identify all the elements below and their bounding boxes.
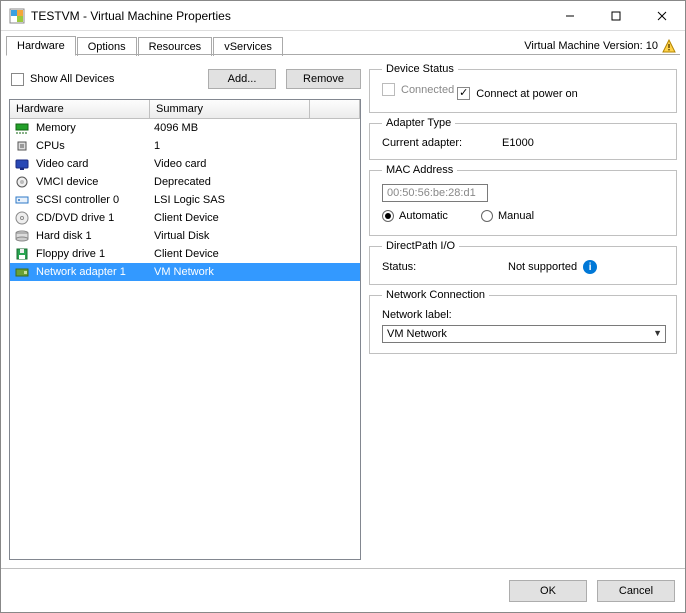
adapter-type-legend: Adapter Type — [382, 117, 455, 129]
tab-row: Hardware Options Resources vServices Vir… — [1, 31, 685, 55]
hardware-name: VMCI device — [36, 176, 152, 188]
hardware-name: CD/DVD drive 1 — [36, 212, 152, 224]
checkbox-icon — [457, 87, 470, 100]
show-all-devices-checkbox[interactable]: Show All Devices — [11, 73, 114, 86]
tab-vservices[interactable]: vServices — [213, 37, 283, 56]
video-icon — [14, 156, 30, 172]
hardware-row[interactable]: CPUs1 — [10, 137, 360, 155]
cancel-button[interactable]: Cancel — [597, 580, 675, 602]
hardware-list[interactable]: Hardware Summary Memory4096 MBCPUs1Video… — [9, 99, 361, 560]
network-label-value: VM Network — [382, 325, 666, 343]
vmci-icon — [14, 174, 30, 190]
maximize-button[interactable] — [593, 1, 639, 30]
tab-hardware[interactable]: Hardware — [6, 36, 76, 56]
hardware-list-header: Hardware Summary — [10, 100, 360, 119]
hardware-summary: Client Device — [152, 248, 360, 260]
add-button[interactable]: Add... — [208, 69, 276, 89]
disk-icon — [14, 228, 30, 244]
hardware-summary: Deprecated — [152, 176, 360, 188]
hardware-summary: LSI Logic SAS — [152, 194, 360, 206]
current-adapter-value: E1000 — [502, 137, 534, 149]
mac-manual-label: Manual — [498, 210, 534, 222]
cddvd-icon — [14, 210, 30, 226]
network-connection-group: Network Connection Network label: VM Net… — [369, 289, 677, 354]
bottom-bar: OK Cancel — [1, 568, 685, 612]
hardware-summary: 1 — [152, 140, 360, 152]
checkbox-icon — [382, 83, 395, 96]
ok-button[interactable]: OK — [509, 580, 587, 602]
hardware-row[interactable]: Floppy drive 1Client Device — [10, 245, 360, 263]
network-label-text: Network label: — [382, 309, 666, 321]
version-text: Virtual Machine Version: 10 — [524, 40, 658, 52]
network-label-select[interactable]: VM Network — [382, 325, 666, 343]
memory-icon — [14, 120, 30, 136]
connected-label: Connected — [401, 84, 454, 96]
mac-address-group: MAC Address Automatic Manual — [369, 164, 677, 236]
mac-legend: MAC Address — [382, 164, 457, 176]
mac-manual-radio[interactable]: Manual — [481, 210, 534, 222]
connect-at-power-on-label: Connect at power on — [476, 88, 578, 100]
netconn-legend: Network Connection — [382, 289, 489, 301]
hardware-summary: VM Network — [152, 266, 360, 278]
mac-input[interactable] — [382, 184, 488, 202]
hardware-name: Hard disk 1 — [36, 230, 152, 242]
vm-version-label: Virtual Machine Version: 10 — [524, 39, 680, 55]
col-hardware[interactable]: Hardware — [10, 100, 150, 118]
device-status-group: Device Status Connected Connect at power… — [369, 63, 677, 113]
current-adapter-label: Current adapter: — [382, 137, 502, 149]
connected-checkbox: Connected — [382, 83, 454, 96]
hardware-name: Floppy drive 1 — [36, 248, 152, 260]
scsi-icon — [14, 192, 30, 208]
hardware-list-body: Memory4096 MBCPUs1Video cardVideo cardVM… — [10, 119, 360, 559]
hardware-summary: Video card — [152, 158, 360, 170]
hardware-row[interactable]: CD/DVD drive 1Client Device — [10, 209, 360, 227]
checkbox-icon — [11, 73, 24, 86]
tab-resources[interactable]: Resources — [138, 37, 213, 56]
connect-at-power-on-checkbox[interactable]: Connect at power on — [457, 87, 578, 100]
hardware-row[interactable]: SCSI controller 0LSI Logic SAS — [10, 191, 360, 209]
cpu-icon — [14, 138, 30, 154]
content: Show All Devices Add... Remove Hardware … — [1, 55, 685, 568]
col-summary[interactable]: Summary — [150, 100, 310, 118]
hardware-summary: Virtual Disk — [152, 230, 360, 242]
hardware-name: CPUs — [36, 140, 152, 152]
window-title: TESTVM - Virtual Machine Properties — [31, 9, 547, 23]
hardware-row[interactable]: Video cardVideo card — [10, 155, 360, 173]
hardware-name: Memory — [36, 122, 152, 134]
mac-auto-radio[interactable]: Automatic — [382, 210, 448, 222]
tab-options[interactable]: Options — [77, 37, 137, 56]
directpath-status-label: Status: — [382, 261, 502, 273]
hardware-row[interactable]: Memory4096 MB — [10, 119, 360, 137]
device-status-legend: Device Status — [382, 63, 458, 75]
minimize-button[interactable] — [547, 1, 593, 30]
directpath-group: DirectPath I/O Status: Not supported i — [369, 240, 677, 285]
remove-button[interactable]: Remove — [286, 69, 361, 89]
hardware-name: SCSI controller 0 — [36, 194, 152, 206]
hardware-name: Network adapter 1 — [36, 266, 152, 278]
directpath-status-value: Not supported — [508, 261, 577, 273]
warning-icon — [662, 39, 676, 53]
hardware-row[interactable]: Hard disk 1Virtual Disk — [10, 227, 360, 245]
hardware-row[interactable]: Network adapter 1VM Network — [10, 263, 360, 281]
right-panel: Device Status Connected Connect at power… — [369, 63, 677, 560]
adapter-type-group: Adapter Type Current adapter: E1000 — [369, 117, 677, 160]
floppy-icon — [14, 246, 30, 262]
app-icon — [9, 8, 25, 24]
titlebar: TESTVM - Virtual Machine Properties — [1, 1, 685, 31]
hardware-name: Video card — [36, 158, 152, 170]
left-panel: Show All Devices Add... Remove Hardware … — [9, 63, 361, 560]
show-all-devices-label: Show All Devices — [30, 73, 114, 85]
mac-auto-label: Automatic — [399, 210, 448, 222]
close-button[interactable] — [639, 1, 685, 30]
radio-icon — [382, 210, 394, 222]
nic-icon — [14, 264, 30, 280]
hardware-summary: Client Device — [152, 212, 360, 224]
hardware-summary: 4096 MB — [152, 122, 360, 134]
radio-icon — [481, 210, 493, 222]
directpath-legend: DirectPath I/O — [382, 240, 459, 252]
hardware-row[interactable]: VMCI deviceDeprecated — [10, 173, 360, 191]
info-icon[interactable]: i — [583, 260, 597, 274]
